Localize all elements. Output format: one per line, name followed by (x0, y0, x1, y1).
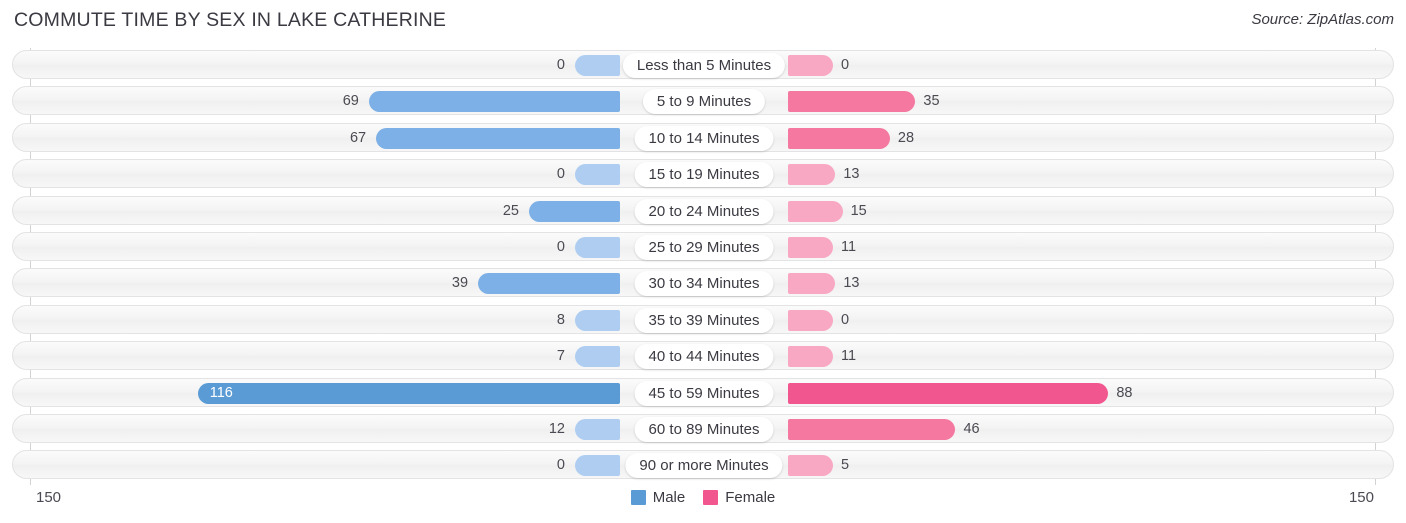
chart-root: COMMUTE TIME BY SEX IN LAKE CATHERINE So… (0, 0, 1406, 523)
table-row[interactable]: 67 28 10 to 14 Minutes (12, 122, 1394, 152)
legend-item-label: Female (725, 489, 776, 506)
table-row[interactable]: 7 11 40 to 44 Minutes (12, 341, 1394, 371)
female-bar[interactable] (788, 419, 956, 440)
category-label[interactable]: 40 to 44 Minutes (634, 344, 774, 370)
table-row[interactable]: 8 0 35 to 39 Minutes (12, 304, 1394, 334)
male-bar[interactable] (575, 346, 620, 368)
male-bar[interactable] (575, 55, 620, 76)
category-label[interactable]: 30 to 34 Minutes (634, 271, 774, 297)
female-bar[interactable] (788, 346, 833, 368)
female-bar[interactable] (788, 237, 833, 258)
table-row[interactable]: 39 13 30 to 34 Minutes (12, 268, 1394, 298)
male-bar[interactable] (368, 91, 620, 113)
female-value-label: 13 (843, 166, 860, 183)
source-label: Source: ZipAtlas.com (1251, 11, 1394, 28)
legend-item-male[interactable]: Male (630, 489, 686, 506)
female-value-label: 28 (897, 129, 915, 146)
male-value-label: 69 (342, 93, 359, 110)
category-label[interactable]: 35 to 39 Minutes (634, 307, 774, 333)
legend-item-female[interactable]: Female (703, 489, 775, 506)
category-label[interactable]: 10 to 14 Minutes (634, 125, 774, 151)
male-bar[interactable] (575, 237, 620, 258)
male-value-label: 0 (556, 239, 565, 255)
category-label[interactable]: 45 to 59 Minutes (634, 380, 774, 406)
male-value-label: 39 (451, 275, 469, 292)
female-value-label: 11 (841, 239, 857, 255)
female-value-label: 46 (963, 421, 980, 437)
male-value-label: 8 (556, 311, 565, 328)
female-bar[interactable] (788, 273, 836, 295)
table-row[interactable]: 116 88 45 to 59 Minutes (12, 377, 1394, 407)
page-title: COMMUTE TIME BY SEX IN LAKE CATHERINE (14, 9, 447, 31)
male-bar[interactable] (197, 382, 620, 404)
male-bar[interactable] (478, 273, 620, 295)
male-value-label: 0 (556, 57, 565, 73)
female-bar[interactable] (788, 164, 836, 186)
male-value-label: 0 (556, 166, 565, 183)
female-value-label: 5 (841, 457, 850, 474)
category-label[interactable]: Less than 5 Minutes (622, 53, 786, 78)
male-bar[interactable] (575, 164, 620, 186)
female-bar[interactable] (788, 200, 843, 222)
male-value-label: 67 (349, 129, 367, 146)
male-value-label: 25 (502, 202, 519, 219)
female-value-label: 15 (850, 202, 867, 219)
female-bar[interactable] (788, 455, 833, 477)
male-value-label: 116 (209, 384, 233, 401)
category-label[interactable]: 15 to 19 Minutes (634, 162, 774, 188)
legend-swatch-icon (630, 490, 646, 505)
male-bar[interactable] (376, 127, 620, 149)
female-bar[interactable] (788, 309, 833, 331)
table-row[interactable]: 69 35 5 to 9 Minutes (12, 86, 1394, 116)
female-value-label: 11 (841, 348, 857, 365)
male-value-label: 0 (556, 457, 565, 474)
female-bar[interactable] (788, 55, 833, 76)
category-label[interactable]: 90 or more Minutes (625, 453, 783, 479)
table-row[interactable]: 25 15 20 to 24 Minutes (12, 195, 1394, 225)
category-label[interactable]: 5 to 9 Minutes (642, 89, 766, 115)
male-bar[interactable] (575, 309, 620, 331)
male-value-label: 12 (548, 421, 565, 437)
table-row[interactable]: 0 13 15 to 19 Minutes (12, 159, 1394, 189)
legend-item-label: Male (652, 489, 686, 506)
category-label[interactable]: 20 to 24 Minutes (634, 198, 774, 224)
category-label[interactable]: 60 to 89 Minutes (634, 417, 774, 442)
table-row[interactable]: 0 11 25 to 29 Minutes (12, 232, 1394, 261)
female-bar[interactable] (788, 91, 916, 113)
table-row[interactable]: 0 0 Less than 5 Minutes (12, 50, 1394, 79)
male-bar[interactable] (529, 200, 620, 222)
plot-area: 0 0 Less than 5 Minutes 69 35 5 to 9 Minutes 6… (12, 48, 1394, 485)
male-value-label: 7 (556, 348, 565, 365)
female-value-label: 35 (923, 93, 940, 110)
male-bar[interactable] (575, 419, 620, 440)
legend-swatch-icon (703, 490, 719, 505)
chart-header: COMMUTE TIME BY SEX IN LAKE CATHERINE So… (0, 0, 1406, 40)
chart-footer: 150 150 Male Female (12, 485, 1394, 523)
female-value-label: 0 (841, 311, 850, 328)
female-value-label: 88 (1116, 384, 1133, 401)
female-value-label: 0 (841, 57, 850, 73)
female-value-label: 13 (843, 275, 860, 292)
female-bar[interactable] (788, 382, 1109, 404)
table-row[interactable]: 0 5 90 or more Minutes (12, 450, 1394, 480)
category-label[interactable]: 25 to 29 Minutes (634, 235, 774, 260)
female-bar[interactable] (788, 127, 890, 149)
legend: Male Female (12, 489, 1394, 506)
male-bar[interactable] (575, 455, 620, 477)
table-row[interactable]: 12 46 60 to 89 Minutes (12, 414, 1394, 443)
